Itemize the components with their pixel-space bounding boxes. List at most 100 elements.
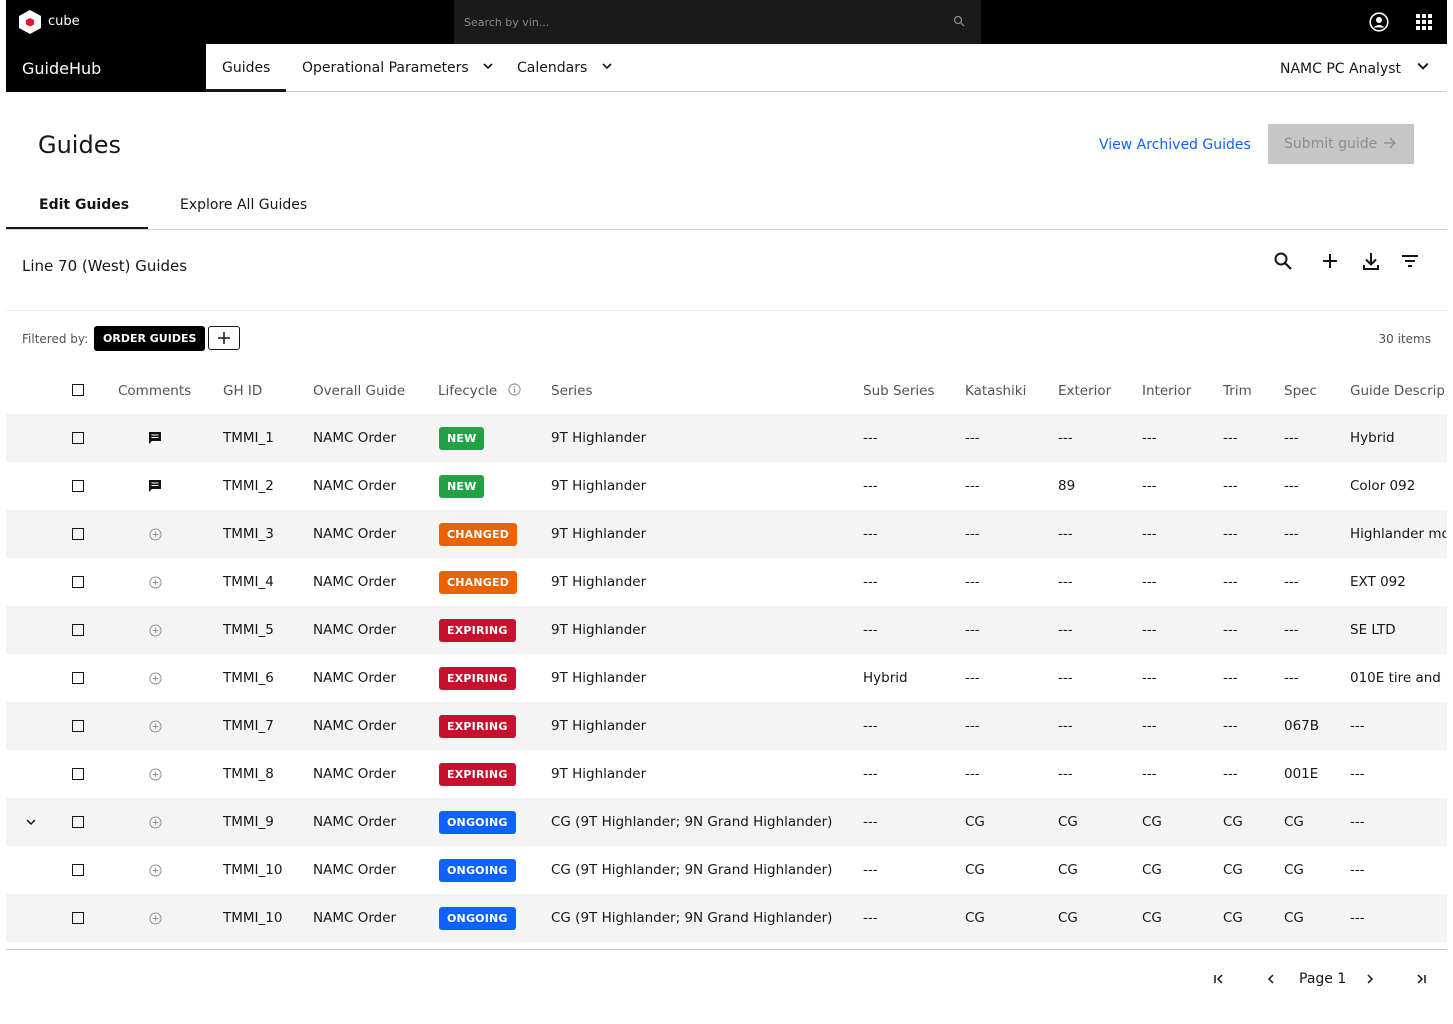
row-checkbox[interactable] xyxy=(72,816,84,828)
comment-icon[interactable] xyxy=(148,431,162,445)
app-title[interactable]: GuideHub xyxy=(6,44,206,92)
nav-tab-calendars[interactable]: Calendars xyxy=(517,44,612,92)
row-checkbox[interactable] xyxy=(72,864,84,876)
column-header-spec[interactable]: Spec xyxy=(1284,383,1317,399)
column-header-trim[interactable]: Trim xyxy=(1223,383,1252,399)
first-page-icon[interactable] xyxy=(1211,971,1227,987)
cell-series: CG (9T Highlander; 9N Grand Highlander) xyxy=(551,814,833,830)
row-checkbox[interactable] xyxy=(72,576,84,588)
row-checkbox[interactable] xyxy=(72,768,84,780)
table-row[interactable]: ONGOING TMMI_10 NAMC Order CG (9T Highlande… xyxy=(6,894,1447,942)
role-label: NAMC PC Analyst xyxy=(1280,61,1402,77)
cell-trim: --- xyxy=(1223,766,1238,782)
column-header-guide-description[interactable]: Guide Descrip xyxy=(1350,383,1447,399)
apps-grid-icon[interactable] xyxy=(1416,14,1432,30)
column-header-gh-id[interactable]: GH ID xyxy=(223,383,262,399)
view-archived-guides-link[interactable]: View Archived Guides xyxy=(1099,137,1251,153)
table-row[interactable]: EXPIRING TMMI_8 NAMC Order 9T Highlander ---… xyxy=(6,750,1447,798)
tab-edit-guides[interactable]: Edit Guides xyxy=(39,197,129,213)
cell-series: 9T Highlander xyxy=(551,478,647,494)
cell-exterior: --- xyxy=(1058,430,1073,446)
cell-spec: --- xyxy=(1284,670,1299,686)
tab-explore-all-guides[interactable]: Explore All Guides xyxy=(180,197,307,213)
search-input[interactable] xyxy=(464,13,934,31)
filter-chip[interactable]: ORDER GUIDES xyxy=(94,326,206,351)
row-checkbox[interactable] xyxy=(72,480,84,492)
column-header-interior[interactable]: Interior xyxy=(1142,383,1191,399)
cell-katashiki: --- xyxy=(965,574,980,590)
cell-overall-guide: NAMC Order xyxy=(313,910,397,926)
cell-gh-id: TMMI_2 xyxy=(223,478,274,494)
column-header-lifecycle[interactable]: Lifecycle xyxy=(438,383,521,399)
column-header-comments[interactable]: Comments xyxy=(118,383,191,399)
comment-icon[interactable] xyxy=(148,479,162,493)
table-row[interactable]: NEW TMMI_2 NAMC Order 9T Highlander --- --- 89… xyxy=(6,462,1447,510)
submit-guide-button[interactable]: Submit guide xyxy=(1268,124,1414,164)
lifecycle-badge: NEW xyxy=(439,475,485,498)
column-header-exterior[interactable]: Exterior xyxy=(1058,383,1111,399)
user-icon[interactable] xyxy=(1369,12,1389,32)
add-comment-icon[interactable] xyxy=(149,624,162,637)
add-filter-button[interactable] xyxy=(208,326,240,350)
cell-series: 9T Highlander xyxy=(551,766,647,782)
brand-name[interactable]: cube xyxy=(48,14,80,29)
search-icon[interactable] xyxy=(953,15,965,27)
nav-tab-label: Guides xyxy=(222,60,271,76)
filter-icon[interactable] xyxy=(1400,251,1420,271)
cell-guide-description: Highlander mo xyxy=(1350,526,1446,542)
add-comment-icon[interactable] xyxy=(149,912,162,925)
cell-exterior: CG xyxy=(1058,862,1078,878)
table-row[interactable]: EXPIRING TMMI_7 NAMC Order 9T Highlander ---… xyxy=(6,702,1447,750)
cell-katashiki: CG xyxy=(965,814,985,830)
cube-logo-icon[interactable] xyxy=(18,9,42,35)
download-icon[interactable] xyxy=(1361,251,1381,271)
add-comment-icon[interactable] xyxy=(149,672,162,685)
lifecycle-badge: CHANGED xyxy=(439,523,518,546)
table-row[interactable]: CHANGED TMMI_3 NAMC Order 9T Highlander --- -… xyxy=(6,510,1447,558)
add-comment-icon[interactable] xyxy=(149,768,162,781)
lifecycle-badge: ONGOING xyxy=(439,907,516,930)
add-comment-icon[interactable] xyxy=(149,528,162,541)
search-icon[interactable] xyxy=(1273,251,1293,271)
cell-sub-series: --- xyxy=(863,862,878,878)
table-row[interactable]: EXPIRING TMMI_6 NAMC Order 9T Highlander Hyb… xyxy=(6,654,1447,702)
cell-spec: CG xyxy=(1284,862,1304,878)
nav-tab-label: Operational Parameters xyxy=(302,60,469,76)
nav-tab-operational-parameters[interactable]: Operational Parameters xyxy=(302,44,493,92)
table-row[interactable]: EXPIRING TMMI_5 NAMC Order 9T Highlander ---… xyxy=(6,606,1447,654)
row-checkbox[interactable] xyxy=(72,720,84,732)
chevron-down-icon[interactable] xyxy=(26,817,36,827)
column-header-sub-series[interactable]: Sub Series xyxy=(863,383,935,399)
cell-katashiki: --- xyxy=(965,622,980,638)
add-comment-icon[interactable] xyxy=(149,576,162,589)
previous-page-icon[interactable] xyxy=(1263,971,1279,987)
add-comment-icon[interactable] xyxy=(149,816,162,829)
column-header-overall-guide[interactable]: Overall Guide xyxy=(313,383,405,399)
column-header-katashiki[interactable]: Katashiki xyxy=(965,383,1026,399)
row-checkbox[interactable] xyxy=(72,624,84,636)
cell-series: CG (9T Highlander; 9N Grand Highlander) xyxy=(551,910,833,926)
info-icon[interactable] xyxy=(507,383,521,396)
select-all-checkbox[interactable] xyxy=(72,384,84,396)
add-icon[interactable] xyxy=(1320,251,1340,271)
table-row[interactable]: NEW TMMI_1 NAMC Order 9T Highlander --- --- --… xyxy=(6,414,1447,462)
next-page-icon[interactable] xyxy=(1362,971,1378,987)
table-row[interactable]: ONGOING TMMI_9 NAMC Order CG (9T Highlander… xyxy=(6,798,1447,846)
row-checkbox[interactable] xyxy=(72,672,84,684)
cell-spec: --- xyxy=(1284,622,1299,638)
cell-katashiki: CG xyxy=(965,910,985,926)
role-switcher[interactable]: NAMC PC Analyst xyxy=(1280,60,1429,77)
nav-tab-guides[interactable]: Guides xyxy=(206,44,286,92)
column-header-series[interactable]: Series xyxy=(551,383,593,399)
cell-trim: --- xyxy=(1223,574,1238,590)
last-page-icon[interactable] xyxy=(1413,971,1429,987)
cell-trim: CG xyxy=(1223,814,1243,830)
table-row[interactable]: ONGOING TMMI_10 NAMC Order CG (9T Highlande… xyxy=(6,846,1447,894)
add-comment-icon[interactable] xyxy=(149,864,162,877)
table-row[interactable]: CHANGED TMMI_4 NAMC Order 9T Highlander --- -… xyxy=(6,558,1447,606)
row-checkbox[interactable] xyxy=(72,432,84,444)
cell-katashiki: --- xyxy=(965,766,980,782)
add-comment-icon[interactable] xyxy=(149,720,162,733)
row-checkbox[interactable] xyxy=(72,912,84,924)
row-checkbox[interactable] xyxy=(72,528,84,540)
